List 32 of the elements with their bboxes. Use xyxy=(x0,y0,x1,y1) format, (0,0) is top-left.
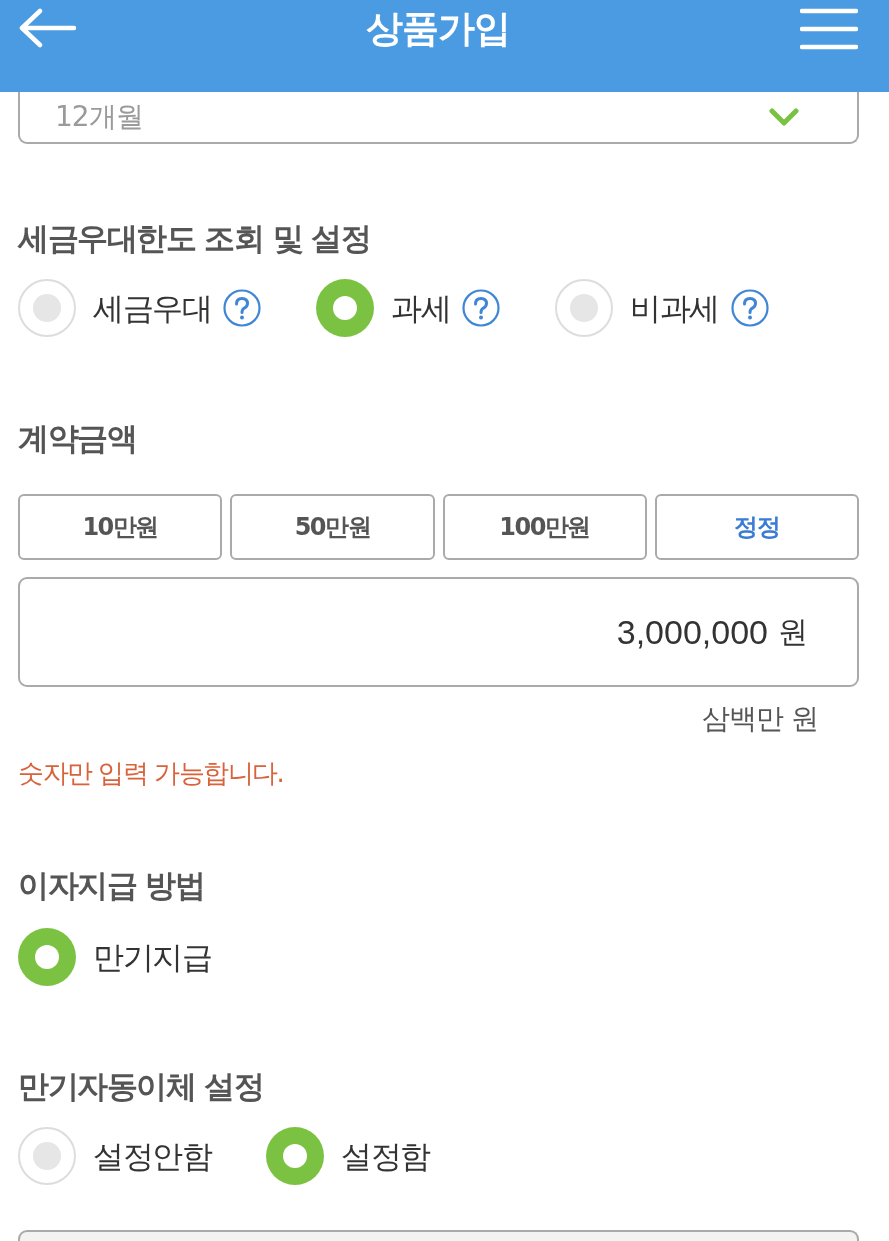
amount-input-field[interactable]: 3,000,000 원 xyxy=(18,577,859,687)
radio-button[interactable] xyxy=(266,1127,324,1185)
help-icon[interactable] xyxy=(462,289,500,327)
section-title: 이자지급 방법 xyxy=(18,866,206,905)
error-message: 숫자만 입력 가능합니다. xyxy=(18,757,284,790)
page-title: 상품가입 xyxy=(366,6,510,52)
preset-amount-button[interactable]: 10만원 xyxy=(18,494,223,560)
option-label[interactable]: 만기지급 xyxy=(93,937,211,977)
option-label[interactable]: 설정함 xyxy=(341,1136,430,1176)
preset-amount-button[interactable]: 100만원 xyxy=(442,494,647,560)
chevron-down-icon xyxy=(769,108,799,126)
menu-icon[interactable] xyxy=(800,8,858,50)
radio-button[interactable] xyxy=(18,279,76,337)
radio-button[interactable] xyxy=(555,279,613,337)
radio-button[interactable] xyxy=(316,279,374,337)
option-label[interactable]: 세금우대 xyxy=(93,288,211,328)
help-icon[interactable] xyxy=(223,289,261,327)
section-title: 세금우대한도 조회 및 설정 xyxy=(18,219,372,258)
section-title: 만기자동이체 설정 xyxy=(18,1067,265,1106)
option-label[interactable]: 비과세 xyxy=(630,288,719,328)
preset-amount-button[interactable]: 50만원 xyxy=(230,494,435,560)
section-title: 계약금액 xyxy=(18,419,137,458)
correction-button[interactable]: 정정 xyxy=(654,494,859,560)
option-label[interactable]: 과세 xyxy=(391,288,450,328)
option-label[interactable]: 설정안함 xyxy=(93,1136,211,1176)
help-icon[interactable] xyxy=(730,289,769,327)
currency-unit: 원 xyxy=(778,612,808,651)
amount-in-words: 삼백만 원 xyxy=(701,701,819,737)
amount-value: 3,000,000 xyxy=(616,612,768,652)
radio-button[interactable] xyxy=(18,928,76,986)
radio-button[interactable] xyxy=(18,1127,76,1185)
back-arrow-icon[interactable] xyxy=(18,8,76,48)
